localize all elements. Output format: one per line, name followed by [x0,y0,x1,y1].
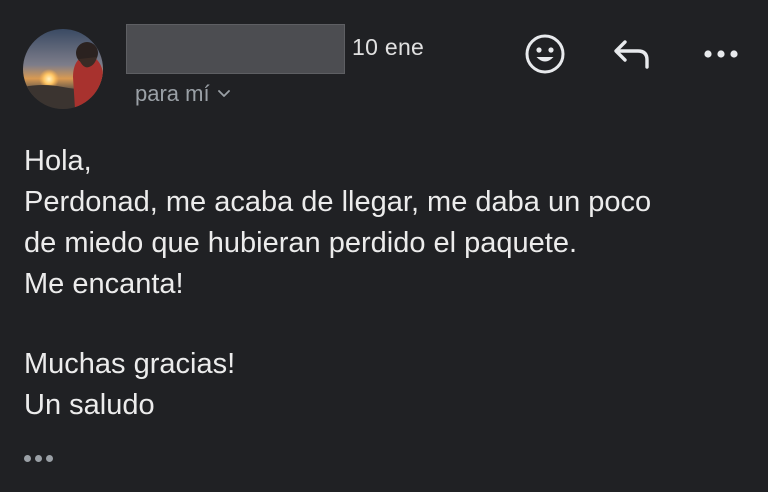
message-header: 10 ene para mí [0,0,768,120]
body-line: Muchas gracias! [24,348,236,380]
chevron-down-icon [217,90,230,98]
body-line: Perdonad, me acaba de llegar, me daba un… [24,186,652,218]
body-blank-line [24,305,754,344]
ellipsis-dot [35,454,42,462]
ellipsis-dot [24,454,31,462]
recipient-toggle[interactable]: para mí [135,81,230,107]
message-date: 10 ene [352,34,425,60]
reply-button[interactable] [609,30,657,78]
body-line: Un saludo [24,389,155,421]
reply-arrow-icon [614,40,649,69]
body-line: Me encanta! [24,268,184,300]
sender-name-redacted[interactable] [126,24,345,74]
ellipsis-dot [46,454,53,462]
add-reaction-button[interactable] [521,30,569,78]
sender-avatar[interactable] [23,29,103,109]
recipient-label: para mí [135,81,210,106]
avatar-photo [23,29,103,109]
body-line: de miedo que hubieran perdido el paquete… [24,227,578,259]
body-line: Hola, [24,145,92,177]
more-horizontal-icon [704,50,738,58]
message-body: Hola, Perdonad, me acaba de llegar, me d… [24,141,754,426]
show-trimmed-content-button[interactable] [24,446,64,470]
smiley-face-icon [525,34,565,74]
more-options-button[interactable] [697,30,745,78]
